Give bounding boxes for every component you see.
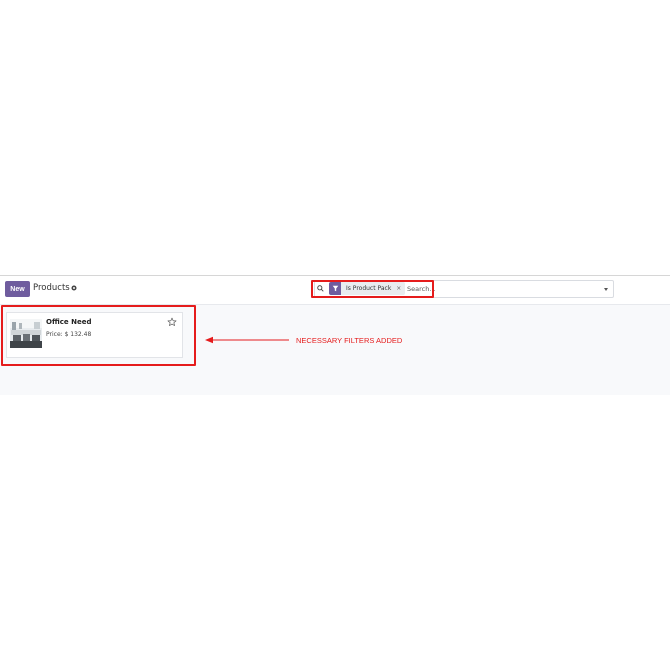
gear-icon[interactable] bbox=[71, 285, 77, 291]
odoo-screenshot: New Products Is Product Pack × Search...… bbox=[0, 275, 670, 395]
caret-down-icon bbox=[604, 288, 608, 291]
card-highlight-box bbox=[1, 305, 196, 366]
annotation-text: NECESSARY FILTERS ADDED bbox=[296, 336, 403, 345]
search-options-toggle[interactable] bbox=[599, 280, 614, 298]
control-panel: New Products Is Product Pack × bbox=[0, 276, 670, 305]
page-title: Products bbox=[33, 283, 70, 293]
search-highlight-box bbox=[311, 280, 434, 298]
new-button[interactable]: New bbox=[5, 281, 30, 297]
search-input[interactable] bbox=[407, 283, 587, 294]
annotation-arrow bbox=[205, 336, 289, 344]
